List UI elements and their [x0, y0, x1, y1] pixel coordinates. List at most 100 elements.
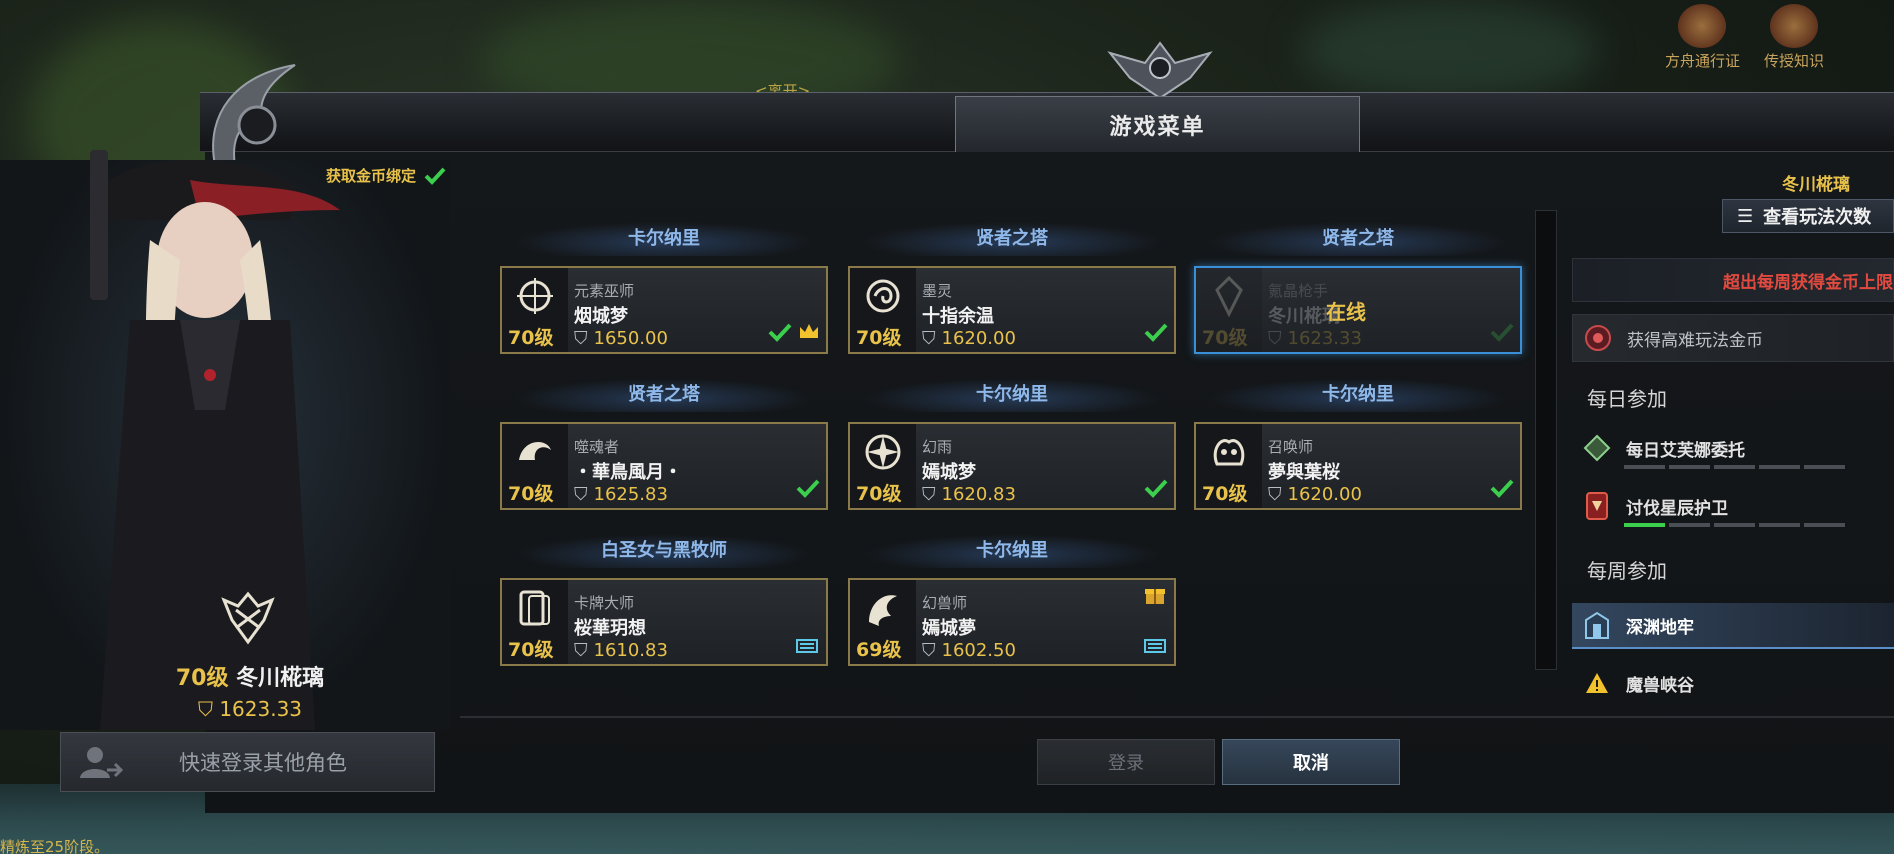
progress-segment: [1714, 523, 1755, 527]
character-name: 嫣城梦: [922, 462, 976, 483]
character-item-level-value: 1620.00: [941, 328, 1016, 349]
character-name: 夢與葉桜: [1268, 462, 1340, 483]
progress-segment: [1669, 465, 1710, 469]
character-item-level: ⛉ 1625.83: [574, 484, 668, 505]
check-icon: [1490, 322, 1514, 346]
character-card[interactable]: 70级 卡牌大师 桜華玥想 ⛉ 1610.83: [500, 578, 828, 666]
character-item-level-value: 1625.83: [593, 484, 668, 505]
progress-segment: [1624, 465, 1665, 469]
gift-icon[interactable]: [1144, 584, 1166, 610]
character-item-level: ⛉ 1620.83: [922, 484, 1016, 505]
crystal-icon: [794, 636, 820, 658]
character-item-level: ⛉ 1623.33: [1268, 328, 1362, 349]
view-play-count-button[interactable]: ☰ 查看玩法次数: [1722, 199, 1894, 233]
character-card[interactable]: 70级 氪晶枪手 冬川椛璃 ⛉ 1623.33 在线: [1194, 266, 1522, 354]
character-class: 元素巫师: [574, 282, 635, 300]
cancel-button[interactable]: 取消: [1222, 739, 1400, 785]
dialog-footer-divider: [460, 716, 1894, 718]
server-label: 卡尔纳里: [862, 534, 1162, 568]
character-item-level-value: 1620.83: [941, 484, 1016, 505]
character-badges: [1144, 322, 1168, 346]
login-button[interactable]: 登录: [1037, 739, 1215, 785]
character-item-level: ⛉ 1650.00: [574, 328, 668, 349]
weekly-row-2[interactable]: 魔兽峡谷: [1572, 660, 1894, 706]
view-play-count-label: 查看玩法次数: [1763, 207, 1872, 228]
selected-character-item-level: ⛉ 1623.33: [150, 697, 350, 721]
server-label: 卡尔纳里: [1208, 378, 1508, 412]
helmet-icon: ⛉: [574, 328, 588, 349]
daily-1-label: 每日艾芙娜委托: [1626, 440, 1745, 461]
check-icon: [796, 478, 820, 502]
character-card[interactable]: 70级 墨灵 十指余温 ⛉ 1620.00: [848, 266, 1176, 354]
gold-bound-status: 获取金币绑定: [326, 165, 446, 186]
character-item-level-value: 1620.00: [1287, 484, 1362, 505]
weekly-1-label: 深渊地牢: [1626, 617, 1694, 638]
daily-row-1[interactable]: 每日艾芙娜委托: [1572, 430, 1894, 466]
character-item-level: ⛉ 1620.00: [1268, 484, 1362, 505]
daily-1-progress: [1624, 465, 1845, 469]
character-class: 幻雨: [922, 438, 953, 456]
weekly-gold-limit-warning: 超出每周获得金币上限: [1572, 258, 1894, 302]
character-item-level: ⛉ 1602.50: [922, 640, 1016, 661]
character-class: 氪晶枪手: [1268, 282, 1329, 300]
character-card[interactable]: 70级 噬魂者 ・華鳥風月・ ⛉ 1625.83: [500, 422, 828, 510]
hard-gold-row[interactable]: 获得高难玩法金币: [1572, 314, 1894, 362]
progress-segment: [1804, 465, 1845, 469]
character-item-level: ⛉ 1620.00: [922, 328, 1016, 349]
quick-login-button[interactable]: 快速登录其他角色: [60, 732, 435, 792]
server-label: 白圣女与黑牧师: [514, 534, 814, 568]
switch-character-icon: [80, 747, 124, 778]
dialog-crest-icon: [1107, 41, 1213, 100]
selected-character-level: 70级: [175, 666, 229, 691]
helmet-icon: ⛉: [922, 328, 936, 349]
world-hint-text: 精炼至25阶段。: [0, 838, 110, 854]
top-right-menu: 方舟通行证 传授知识: [1665, 4, 1824, 71]
server-label: 贤者之塔: [1208, 222, 1508, 256]
character-card[interactable]: 70级 元素巫师烟城梦 ⛉ 1650.00: [500, 266, 828, 354]
character-card[interactable]: 69级 幻兽师 嫣城夢 ⛉ 1602.50: [848, 578, 1176, 666]
daily-row-2[interactable]: 讨伐星辰护卫: [1572, 488, 1894, 524]
character-card[interactable]: 70级 幻雨 嫣城梦 ⛉ 1620.83: [848, 422, 1176, 510]
gold-bound-label: 获取金币绑定: [326, 167, 417, 185]
helmet-icon: ⛉: [922, 640, 936, 661]
weekly-row-1[interactable]: 深渊地牢: [1572, 603, 1894, 649]
character-item-level-value: 1610.83: [593, 640, 668, 661]
character-card[interactable]: 70级 召唤师 夢與葉桜 ⛉ 1620.00: [1194, 422, 1522, 510]
dialog-title: 游戏菜单: [955, 96, 1360, 152]
knowledge-label: 传授知识: [1763, 52, 1824, 70]
character-name: ・華鳥風月・: [574, 462, 682, 483]
helmet-icon: ⛉: [574, 640, 588, 661]
character-badges: [1490, 478, 1514, 502]
character-name: 烟城梦: [574, 306, 628, 327]
server-label: 贤者之塔: [514, 378, 814, 412]
server-label: 贤者之塔: [862, 222, 1162, 256]
abyss-dungeon-icon: [1580, 608, 1614, 642]
progress-segment: [1804, 523, 1845, 527]
progress-segment: [1714, 465, 1755, 469]
helmet-icon: ⛉: [1268, 328, 1282, 349]
server-label: 卡尔纳里: [514, 222, 814, 256]
ark-pass-icon: [1678, 4, 1727, 48]
list-icon: ☰: [1737, 205, 1754, 227]
helmet-icon: ⛉: [197, 697, 213, 721]
character-item-level-value: 1602.50: [941, 640, 1016, 661]
crown-icon: [798, 322, 820, 346]
right-panel-character-name: 冬川椛璃: [1782, 175, 1850, 195]
selected-character-name: 70级 冬川椛璃: [150, 660, 350, 692]
grid-scrollbar[interactable]: [1535, 210, 1557, 670]
hard-gold-label: 获得高难玩法金币: [1627, 330, 1763, 351]
knowledge-icon: [1769, 4, 1818, 48]
check-icon: [424, 167, 446, 185]
helmet-icon: ⛉: [1268, 484, 1282, 505]
character-level: 70级: [508, 327, 554, 349]
check-icon: [1144, 322, 1168, 346]
selected-character-name-text: 冬川椛璃: [236, 666, 325, 691]
ark-pass-label: 方舟通行证: [1664, 52, 1740, 70]
ark-pass-button[interactable]: 方舟通行证: [1665, 4, 1740, 71]
daily-2-progress: [1624, 523, 1845, 527]
progress-segment: [1669, 523, 1710, 527]
character-level: 70级: [1202, 483, 1248, 505]
progress-segment: [1624, 523, 1665, 527]
character-level: 69级: [856, 639, 902, 661]
knowledge-button[interactable]: 传授知识: [1764, 4, 1824, 71]
